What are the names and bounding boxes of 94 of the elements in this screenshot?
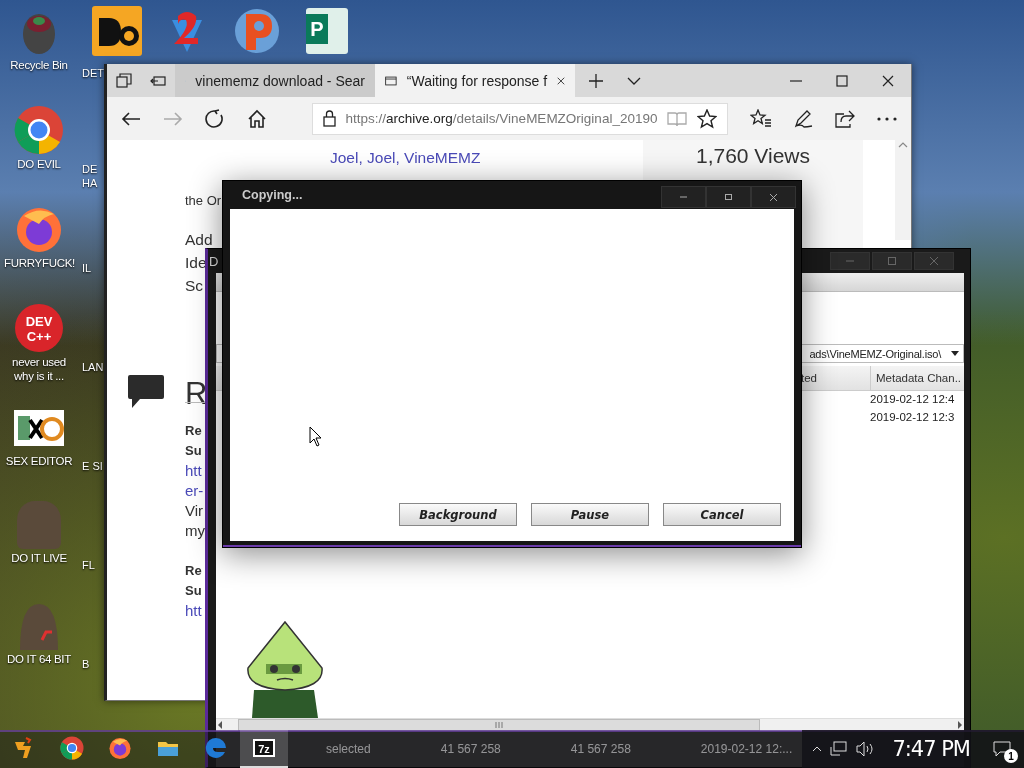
desktop-icon-label[interactable]: SEX EDITOR [4, 454, 74, 468]
page-text: Su [185, 442, 202, 460]
de-logo-icon [92, 6, 142, 56]
home-icon [247, 108, 268, 129]
chrome-icon [14, 105, 64, 155]
firefox-icon [108, 736, 132, 760]
table-cell-text: 2019-02-12 12:3 [870, 410, 956, 425]
dialog-button[interactable]: Background [399, 503, 517, 526]
notifications-button[interactable]: 1 [988, 733, 1016, 765]
chevron-down-icon [627, 76, 641, 85]
desktop-icon-label[interactable]: DO EVIL [4, 157, 74, 171]
desktop-icon-label[interactable]: FL [82, 558, 106, 572]
more-dots-icon [876, 116, 897, 121]
taskbar-button[interactable]: 7z [240, 730, 288, 768]
page-text: my [185, 521, 205, 541]
desktop-icon-label[interactable]: IL [82, 261, 106, 275]
desktop-icon-label[interactable]: DET [82, 66, 106, 80]
close-icon [770, 193, 777, 201]
maximize-icon [888, 257, 896, 265]
forward-arrow-icon [163, 110, 184, 127]
dropdown-caret-icon [951, 351, 959, 356]
table-cell-text: 2019-02-12 12:4 [870, 392, 956, 407]
desktop-icon-label[interactable]: never used why is it ... [4, 355, 74, 383]
maximize-button[interactable] [706, 186, 751, 208]
desktop-icon-label[interactable]: B [82, 657, 106, 671]
page-text: Vir [185, 501, 204, 521]
notification-count: 1 [1004, 749, 1018, 763]
overlapping-squares-icon [116, 72, 132, 89]
close-button[interactable] [914, 252, 954, 270]
lock-icon [322, 110, 336, 127]
topic-links[interactable]: Joel, Joel, VineMEMZ [330, 149, 481, 167]
message-icon [993, 741, 1011, 757]
portrait-placeholder [17, 501, 61, 549]
maximize-icon [725, 194, 732, 200]
close-icon [882, 74, 894, 87]
star-list-icon [749, 108, 772, 129]
window-title: D [209, 253, 219, 269]
comment-icon [128, 375, 164, 409]
page-text: the Or [185, 193, 222, 208]
browser-tab[interactable]: “Waiting for response f [375, 64, 575, 97]
desktop-icon-label[interactable]: DO IT LIVE [4, 551, 74, 565]
page-text: Add [185, 230, 213, 250]
link-text[interactable]: htt [185, 461, 202, 481]
share-icon [834, 108, 855, 129]
desktop-icon-label[interactable]: DO IT 64 BIT [4, 652, 74, 666]
dialog-title: Copying... [241, 188, 303, 202]
column-header[interactable]: Metadata Chan.. [870, 366, 964, 390]
address-bar[interactable]: https://archive.org/details/VineMEMZOriginal_20190 [311, 102, 729, 135]
favorite-star-icon[interactable] [697, 108, 718, 129]
section-heading: R [185, 377, 208, 411]
edge-icon [204, 736, 228, 760]
scrollbar[interactable] [895, 140, 911, 240]
desktop-icon-label[interactable]: Recycle Bin [4, 58, 74, 72]
pen-icon [792, 108, 813, 129]
status-text: 2019-02-12 12:... [700, 742, 793, 756]
hex-editor-icon [14, 410, 64, 446]
browser-tab[interactable]: vinememz download - Sear [175, 64, 375, 97]
chrome-icon [60, 736, 84, 760]
status-text: 41 567 258 [570, 742, 631, 756]
clock[interactable]: 7:47 PM [892, 737, 970, 761]
page-text: Re [185, 562, 202, 580]
status-text: selected [326, 742, 371, 756]
minimize-icon [790, 79, 802, 82]
desktop-icon-label[interactable]: LAN [82, 360, 106, 374]
desktop-icon-label[interactable]: E SI [82, 459, 106, 473]
back-arrow-icon [121, 110, 142, 127]
minimize-icon [680, 196, 687, 198]
status-text: 41 567 258 [440, 742, 501, 756]
archive-app-icon: 7z [252, 736, 276, 760]
network-icon[interactable] [830, 741, 849, 757]
link-text[interactable]: er- [185, 481, 204, 501]
page-text: Re [185, 422, 202, 440]
horizontal-scrollbar[interactable] [216, 718, 964, 731]
desktop-icon-label[interactable]: FURRYFUCK! [4, 256, 74, 270]
volume-icon[interactable] [856, 741, 875, 757]
url-text: https://archive.org/details/VineMEMZOriginal_20190 [345, 111, 658, 126]
view-count: 1,760 Views [696, 144, 810, 169]
page-text: Ide [185, 253, 207, 273]
mouse-pointer-icon [309, 426, 322, 447]
chevron-up-icon[interactable] [812, 746, 823, 752]
plus-icon [589, 73, 603, 88]
refresh-icon [205, 108, 226, 129]
dialog-button[interactable]: Cancel [663, 503, 781, 526]
page-text: Su [185, 582, 202, 600]
scroll-up-icon [898, 140, 908, 150]
page-icon [385, 73, 397, 88]
grip-icon [495, 722, 503, 728]
dialog-button[interactable]: Pause [531, 503, 649, 526]
page-text: Sc [185, 276, 204, 296]
maximize-icon [836, 74, 848, 87]
link-text[interactable]: htt [185, 601, 202, 621]
desktop-icon-label[interactable]: DE HA [82, 162, 106, 190]
close-icon [930, 257, 938, 265]
dev-cpp-icon: DEV C++ [14, 303, 64, 353]
